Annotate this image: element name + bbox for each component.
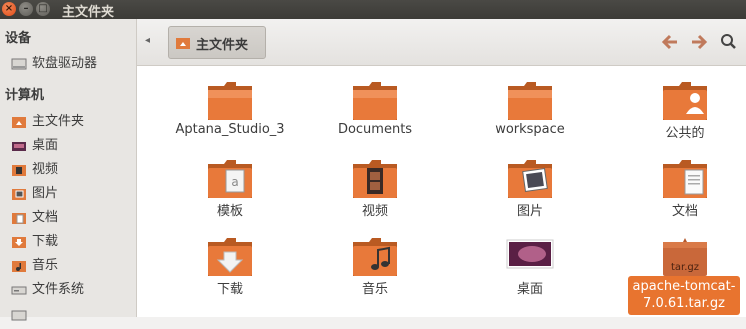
- forward-button[interactable]: [688, 31, 710, 53]
- sidebar-heading-computer: 计算机: [5, 88, 45, 103]
- folder-icon: [208, 82, 252, 120]
- sidebar-item-floppy[interactable]: 软盘驱动器: [11, 53, 135, 75]
- toolbar: ◂ 主文件夹: [137, 19, 746, 66]
- sidebar-item-label: 桌面: [32, 138, 59, 153]
- sidebar-item-label: 下载: [32, 234, 59, 249]
- chevron-left-icon[interactable]: ◂: [145, 35, 155, 49]
- file-name: workspace: [495, 122, 565, 137]
- sidebar-item-downloads[interactable]: 下载: [11, 231, 135, 253]
- file-item[interactable]: 公共的: [615, 70, 746, 141]
- desktop-icon: [11, 139, 27, 153]
- selected-file-name-line: 7.0.61.tar.gz: [643, 296, 725, 311]
- sidebar-item-documents[interactable]: 文档: [11, 207, 135, 229]
- sidebar-item-music[interactable]: 音乐: [11, 255, 135, 277]
- file-item[interactable]: 视频: [305, 148, 445, 219]
- sidebar-item-filesystem[interactable]: 文件系统: [11, 279, 135, 301]
- svg-text:a: a: [231, 175, 238, 189]
- sidebar-heading-devices: 设备: [5, 31, 32, 46]
- downloads-folder-icon: [208, 238, 252, 276]
- archive-icon: tar.gz: [663, 238, 707, 276]
- file-name: 下载: [216, 282, 243, 297]
- sidebar-item-label: 文件系统: [32, 282, 85, 297]
- drive-icon: [11, 307, 27, 321]
- back-button[interactable]: [659, 31, 681, 53]
- close-window-button[interactable]: ×: [2, 2, 16, 16]
- file-name: 音乐: [361, 282, 388, 297]
- sidebar-item-label: 图片: [32, 186, 59, 201]
- downloads-folder-icon: [11, 235, 27, 249]
- file-item[interactable]: 文档: [615, 148, 746, 219]
- selected-file-name-line: apache-tomcat-: [632, 279, 736, 294]
- public-folder-icon: [663, 82, 707, 120]
- sidebar-item-pictures[interactable]: 图片: [11, 183, 135, 205]
- file-item[interactable]: a 模板: [160, 148, 300, 219]
- folder-icon: [353, 82, 397, 120]
- maximize-window-button[interactable]: □: [36, 2, 50, 16]
- file-item[interactable]: 下载: [160, 226, 300, 297]
- search-icon: [721, 34, 736, 49]
- search-button[interactable]: [717, 31, 739, 53]
- sidebar-item-desktop[interactable]: 桌面: [11, 135, 135, 157]
- file-item[interactable]: 图片: [460, 148, 600, 219]
- file-name: 视频: [361, 204, 388, 219]
- file-name: 文档: [671, 204, 698, 219]
- sidebar-item-home[interactable]: 主文件夹: [11, 111, 135, 133]
- pictures-folder-icon: [508, 160, 552, 198]
- file-item[interactable]: 桌面: [460, 226, 600, 297]
- minimize-window-button[interactable]: –: [19, 2, 33, 16]
- sidebar-item-label: 视频: [32, 162, 59, 177]
- arrow-right-icon: [692, 34, 708, 50]
- file-item[interactable]: Documents: [305, 70, 445, 140]
- folder-icon: [508, 82, 552, 120]
- file-name: 桌面: [516, 282, 543, 297]
- sidebar-item-label: 软盘驱动器: [32, 56, 98, 71]
- templates-folder-icon: a: [208, 160, 252, 198]
- documents-folder-icon: [11, 211, 27, 225]
- selected-file-name[interactable]: apache-tomcat- 7.0.61.tar.gz: [628, 276, 740, 315]
- music-folder-icon: [11, 259, 27, 273]
- sidebar-item-videos[interactable]: 视频: [11, 159, 135, 181]
- home-folder-icon: [11, 115, 27, 129]
- home-folder-icon: [175, 36, 191, 50]
- file-item[interactable]: Aptana_Studio_3: [160, 70, 300, 140]
- filesystem-icon: [11, 283, 27, 297]
- file-item[interactable]: 音乐: [305, 226, 445, 297]
- floppy-drive-icon: [11, 57, 27, 71]
- file-name: 模板: [216, 204, 243, 219]
- arrow-left-icon: [661, 34, 677, 50]
- file-name: 图片: [516, 204, 543, 219]
- sidebar-item-partial[interactable]: [11, 303, 135, 325]
- file-name: 公共的: [665, 126, 705, 141]
- video-folder-icon: [11, 163, 27, 177]
- file-name: Documents: [337, 122, 413, 137]
- archive-badge: tar.gz: [671, 262, 699, 273]
- breadcrumb-label: 主文件夹: [196, 38, 249, 53]
- documents-folder-icon: [663, 160, 707, 198]
- file-item[interactable]: workspace: [460, 70, 600, 140]
- title-bar: × – □ 主文件夹: [0, 0, 746, 20]
- pictures-folder-icon: [11, 187, 27, 201]
- sidebar-item-label: 文档: [32, 210, 59, 225]
- music-folder-icon: [353, 238, 397, 276]
- desktop-folder-icon: [506, 239, 554, 269]
- file-name: Aptana_Studio_3: [175, 122, 285, 137]
- breadcrumb-home[interactable]: 主文件夹: [168, 26, 266, 59]
- video-folder-icon: [353, 160, 397, 198]
- sidebar-item-label: 音乐: [32, 258, 59, 273]
- sidebar-item-label: 主文件夹: [32, 114, 85, 129]
- sidebar: 设备 软盘驱动器 计算机 主文件夹 桌面 视频 图片 文档 下载 音乐 文件系统: [0, 19, 137, 321]
- window-title: 主文件夹: [62, 5, 115, 20]
